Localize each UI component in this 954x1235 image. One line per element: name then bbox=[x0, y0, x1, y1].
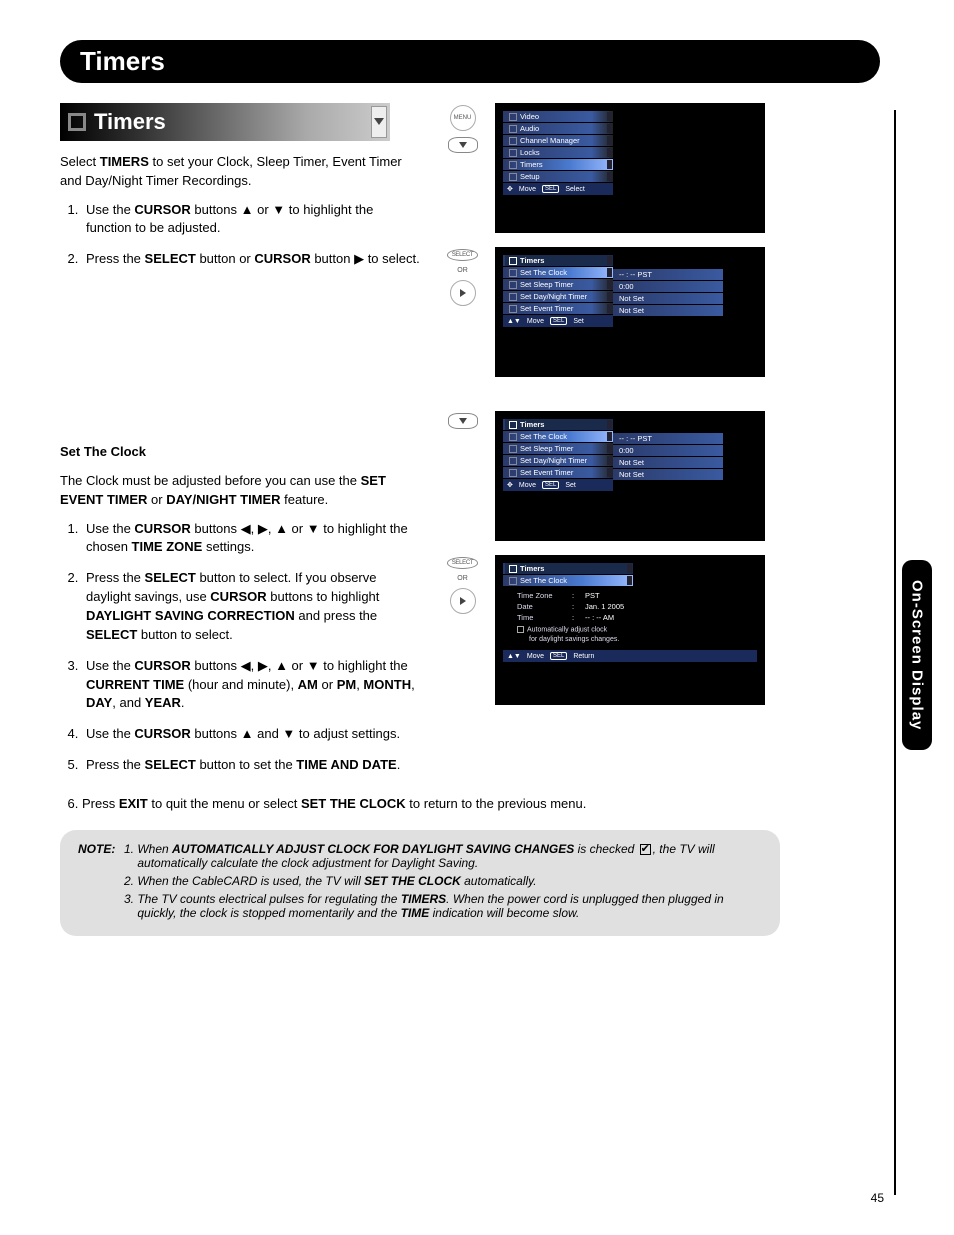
value-item: -- : -- PST bbox=[613, 433, 723, 444]
steps-list-b: Use the CURSOR buttons ◀, ▶, ▲ or ▼ to h… bbox=[60, 520, 420, 775]
osd-block-2: SELECT OR Timers Set The Clock Set Sleep… bbox=[440, 247, 904, 377]
right-column: MENU Video Audio Channel Manager Locks T… bbox=[440, 103, 904, 719]
value-item: -- : -- PST bbox=[613, 269, 723, 280]
menu-hint: ✥ Move SELSelect bbox=[503, 183, 613, 195]
select-button-icon: SELECT bbox=[447, 557, 479, 569]
step-b4: Use the CURSOR buttons ▲ and ▼ to adjust… bbox=[82, 725, 420, 744]
step-b5: Press the SELECT button to set the TIME … bbox=[82, 756, 420, 775]
step-b1: Use the CURSOR buttons ◀, ▶, ▲ or ▼ to h… bbox=[82, 520, 420, 558]
clock-row: Date:Jan. 1 2005 bbox=[503, 601, 757, 612]
right-nav-icon bbox=[450, 588, 476, 614]
tv-screen-1: Video Audio Channel Manager Locks Timers… bbox=[495, 103, 765, 233]
note-2: When the CableCARD is used, the TV will … bbox=[137, 874, 762, 888]
side-tab-label: On-Screen Display bbox=[909, 580, 926, 730]
auto-adjust-row2: for daylight savings changes. bbox=[503, 636, 757, 646]
menu-item-highlighted: Timers bbox=[503, 159, 613, 170]
section-header-label: Timers bbox=[94, 106, 166, 138]
menu-item: Locks bbox=[503, 147, 613, 158]
menu-item: Set Event Timer bbox=[503, 303, 613, 314]
osd-block-1: MENU Video Audio Channel Manager Locks T… bbox=[440, 103, 904, 233]
menu-sub-header: Set The Clock bbox=[503, 575, 633, 586]
menu-item-highlighted: Set The Clock bbox=[503, 431, 613, 442]
value-item: Not Set bbox=[613, 469, 723, 480]
step-b3: Use the CURSOR buttons ◀, ▶, ▲ or ▼ to h… bbox=[82, 657, 420, 714]
value-item: 0:00 bbox=[613, 445, 723, 456]
menu-button-icon: MENU bbox=[450, 105, 476, 131]
step-b2: Press the SELECT button to select. If yo… bbox=[82, 569, 420, 644]
value-item: Not Set bbox=[613, 293, 723, 304]
step-b6: Press EXIT to quit the menu or select SE… bbox=[82, 795, 904, 814]
menu-header: Timers bbox=[503, 563, 633, 574]
page-divider bbox=[894, 110, 896, 1195]
set-clock-intro: The Clock must be adjusted before you ca… bbox=[60, 472, 420, 510]
checkmark-icon bbox=[640, 844, 651, 855]
tv-screen-4: Timers Set The Clock Time Zone:PST Date:… bbox=[495, 555, 765, 705]
menu-item: Set Sleep Timer bbox=[503, 279, 613, 290]
menu-item: Set Day/Night Timer bbox=[503, 455, 613, 466]
note-1: When AUTOMATICALLY ADJUST CLOCK FOR DAYL… bbox=[137, 842, 762, 870]
note-label: NOTE: bbox=[78, 842, 115, 856]
menu-header: Timers bbox=[503, 255, 613, 266]
clock-row: Time:-- : -- AM bbox=[503, 612, 757, 623]
menu-item: Set Day/Night Timer bbox=[503, 291, 613, 302]
auto-adjust-row: Automatically adjust clock bbox=[503, 623, 757, 636]
or-label: OR bbox=[457, 575, 468, 582]
clock-row: Time Zone:PST bbox=[503, 590, 757, 601]
menu-header: Timers bbox=[503, 419, 613, 430]
square-icon bbox=[68, 113, 86, 131]
tv-screen-3: Timers Set The Clock Set Sleep Timer Set… bbox=[495, 411, 765, 541]
side-tab: On-Screen Display bbox=[902, 560, 932, 750]
step-a2: Press the SELECT button or CURSOR button… bbox=[82, 250, 420, 269]
value-item: 0:00 bbox=[613, 281, 723, 292]
section-header-timers: Timers bbox=[60, 103, 390, 141]
value-item: Not Set bbox=[613, 305, 723, 316]
left-column: Timers Select TIMERS to set your Clock, … bbox=[60, 103, 420, 789]
menu-item: Video bbox=[503, 111, 613, 122]
step-a1: Use the CURSOR buttons ▲ or ▼ to highlig… bbox=[82, 201, 420, 239]
select-button-icon: SELECT bbox=[447, 249, 479, 261]
right-nav-icon bbox=[450, 280, 476, 306]
note-3: The TV counts electrical pulses for regu… bbox=[137, 892, 762, 920]
menu-item: Channel Manager bbox=[503, 135, 613, 146]
steps-list-a: Use the CURSOR buttons ▲ or ▼ to highlig… bbox=[60, 201, 420, 270]
checkbox-icon bbox=[517, 626, 524, 633]
menu-item: Set Event Timer bbox=[503, 467, 613, 478]
set-clock-heading: Set The Clock bbox=[60, 443, 420, 462]
osd-block-4: SELECT OR Timers Set The Clock Time Zone… bbox=[440, 555, 904, 705]
menu-item-highlighted: Set The Clock bbox=[503, 267, 613, 278]
note-box: NOTE: When AUTOMATICALLY ADJUST CLOCK FO… bbox=[60, 830, 780, 936]
down-nav-icon bbox=[448, 137, 478, 153]
page-number: 45 bbox=[871, 1191, 884, 1205]
value-item: Not Set bbox=[613, 457, 723, 468]
intro-text: Select TIMERS to set your Clock, Sleep T… bbox=[60, 153, 420, 191]
menu-item: Audio bbox=[503, 123, 613, 134]
menu-item: Setup bbox=[503, 171, 613, 182]
osd-block-3: Timers Set The Clock Set Sleep Timer Set… bbox=[440, 411, 904, 541]
menu-hint: ▲▼Move SELSet bbox=[503, 315, 613, 327]
menu-hint: ▲▼Move SELReturn bbox=[503, 650, 757, 662]
tv-screen-2: Timers Set The Clock Set Sleep Timer Set… bbox=[495, 247, 765, 377]
dropdown-icon bbox=[371, 106, 387, 138]
down-nav-icon bbox=[448, 413, 478, 429]
menu-hint: ✥Move SELSet bbox=[503, 479, 613, 491]
page-title-bar: Timers bbox=[60, 40, 880, 83]
or-label: OR bbox=[457, 267, 468, 274]
menu-item: Set Sleep Timer bbox=[503, 443, 613, 454]
